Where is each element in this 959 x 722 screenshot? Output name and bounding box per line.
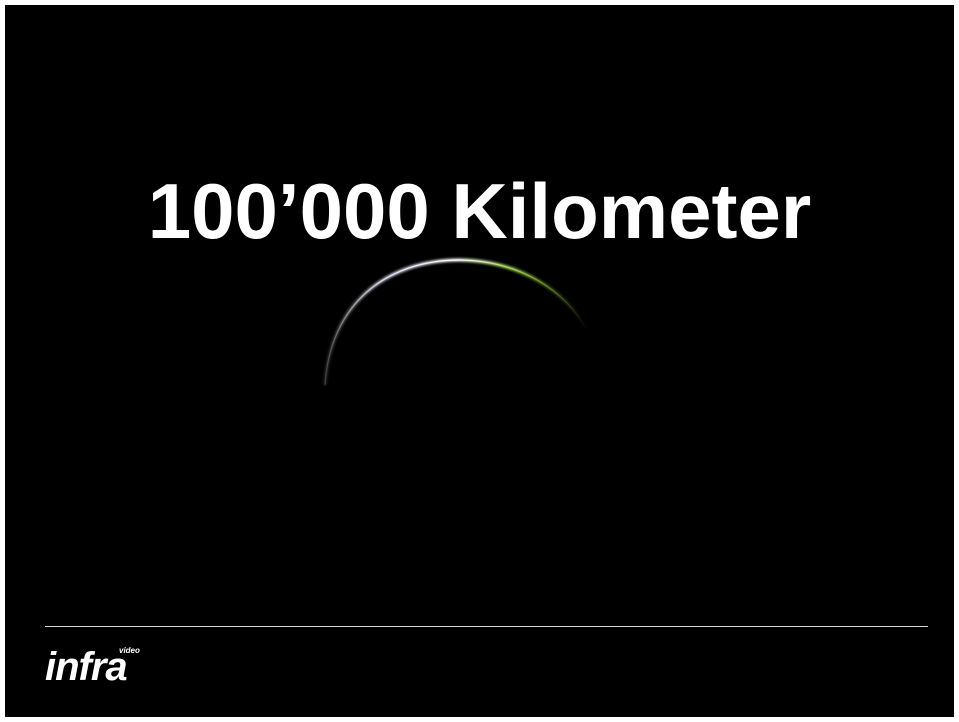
logo-text: infra [45,645,128,689]
earth-crescent-image [323,258,589,386]
footer-divider [45,626,928,627]
infra-logo: infra video [45,645,165,705]
slide-title: 100’000 Kilometer [147,167,812,255]
logo-subtext: video [119,646,140,655]
slide: 100’000 Kilometer infra video [5,5,954,717]
